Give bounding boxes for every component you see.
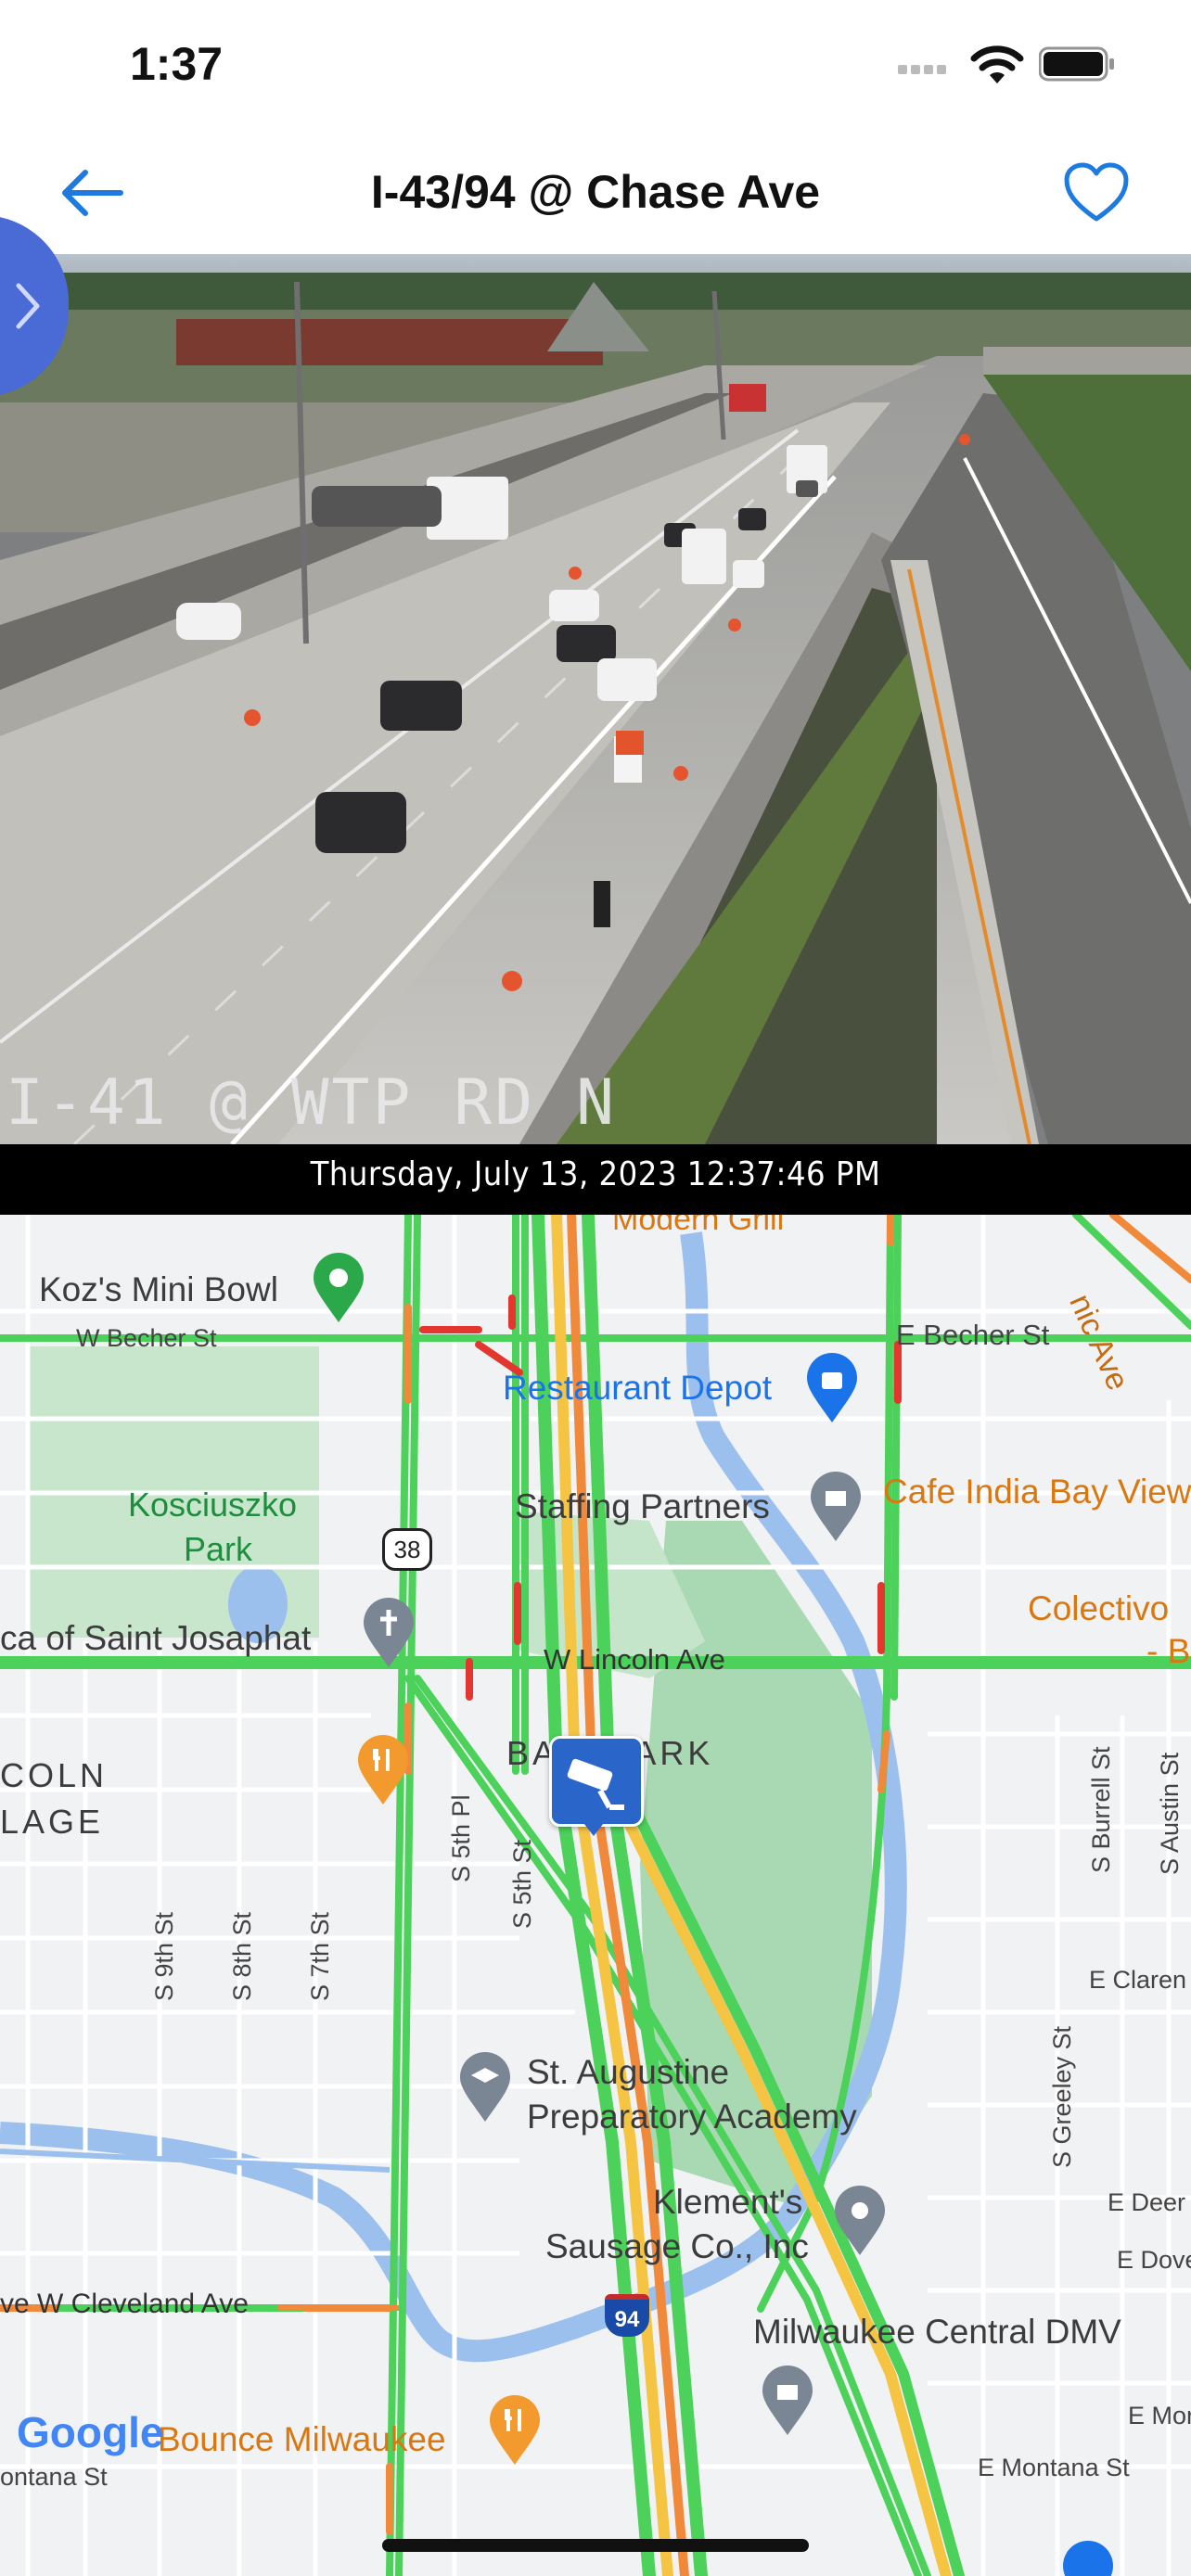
place-klements-line2[interactable]: Sausage Co., Inc (545, 2227, 809, 2266)
camera-scene (0, 254, 1191, 1146)
camera-timestamp: Thursday, July 13, 2023 12:37:46 PM (310, 1155, 881, 1193)
status-bar: 1:37 (0, 0, 1191, 139)
battery-icon (1039, 46, 1114, 82)
street-s-austin: S Austin St (1156, 1752, 1184, 1875)
restaurant-icon[interactable] (356, 1734, 410, 1806)
camera-overlay-label: I-41 @ WTP RD N (6, 1066, 618, 1140)
street-s-5th-pl: S 5th Pl (447, 1794, 475, 1882)
google-attribution[interactable]: Google (17, 2407, 163, 2457)
area-lincoln-village-line2: LAGE (0, 1803, 105, 1841)
cellular-signal-icon (898, 61, 954, 74)
route-38-label: 38 (393, 1536, 421, 1563)
building-icon[interactable] (809, 1471, 863, 1543)
traffic-camera-icon (567, 1758, 624, 1810)
street-s-9th: S 9th St (150, 1911, 178, 2001)
status-time: 1:37 (130, 38, 224, 90)
place-kozs-mini-bowl[interactable]: Koz's Mini Bowl (39, 1270, 278, 1309)
place-milwaukee-dmv[interactable]: Milwaukee Central DMV (753, 2313, 1121, 2352)
traffic-map[interactable]: Modern Grill Koz's Mini Bowl W Becher St… (0, 1215, 1191, 2576)
place-modern-grill[interactable]: Modern Grill (612, 1215, 784, 1238)
church-icon[interactable] (362, 1597, 416, 1669)
home-indicator[interactable] (382, 2539, 809, 2552)
place-staffing-partners[interactable]: Staffing Partners (515, 1487, 770, 1526)
i94-shield: 94 (605, 2294, 649, 2337)
route-38-shield: 38 (382, 1528, 432, 1571)
street-w-becher: W Becher St (76, 1324, 217, 1352)
heart-icon[interactable] (1063, 161, 1130, 223)
place-bounce-milwaukee[interactable]: Bounce Milwaukee (158, 2420, 446, 2459)
map-base (0, 1215, 1191, 2576)
street-w-montana: ontana St (0, 2463, 108, 2491)
street-s-7th: S 7th St (306, 1911, 334, 2001)
i94-label: 94 (614, 2307, 640, 2332)
shopping-bag-icon[interactable] (805, 1352, 859, 1424)
place-klements[interactable]: Klement's (653, 2183, 802, 2222)
street-w-lincoln: W Lincoln Ave (544, 1643, 725, 1676)
building-icon[interactable] (761, 2365, 814, 2437)
page-title: I-43/94 @ Chase Ave (370, 166, 821, 218)
chevron-right-icon (16, 283, 40, 329)
street-e-montana: E Montana St (978, 2454, 1130, 2481)
street-e-becher: E Becher St (896, 1319, 1050, 1351)
street-w-cleveland: ve W Cleveland Ave (0, 2289, 249, 2319)
place-colectivo[interactable]: Colectivo (1028, 1589, 1169, 1628)
place-st-augustine[interactable]: St. Augustine (527, 2053, 729, 2092)
traffic-camera-marker[interactable] (549, 1736, 644, 1827)
street-s-burrell: S Burrell St (1087, 1746, 1115, 1873)
place-cafe-india[interactable]: Cafe India Bay View (883, 1473, 1191, 1511)
place-kosciuszko-park-line2[interactable]: Park (184, 1530, 252, 1569)
street-s-greeley: S Greeley St (1048, 2025, 1076, 2168)
location-pin-icon[interactable] (833, 2185, 887, 2257)
place-basilica[interactable]: ca of Saint Josaphat (0, 1619, 311, 1658)
street-e-deer: E Deer (1108, 2188, 1186, 2216)
area-lincoln-village: COLN (0, 1756, 109, 1794)
restaurant-icon[interactable] (488, 2394, 542, 2467)
place-restaurant-depot[interactable]: Restaurant Depot (503, 1369, 772, 1408)
map-pin-icon[interactable] (312, 1252, 365, 1324)
street-e-mor: E Mor (1128, 2402, 1191, 2429)
school-icon[interactable] (458, 2051, 512, 2123)
camera-marker-tail (581, 1819, 607, 1836)
street-s-8th: S 8th St (228, 1911, 256, 2001)
place-colectivo-line2[interactable]: - Ba (1146, 1632, 1191, 1671)
wifi-icon (970, 45, 1024, 83)
street-s-5th: S 5th St (508, 1839, 536, 1929)
street-e-dover: E Dover (1117, 2246, 1191, 2274)
place-st-augustine-line2[interactable]: Preparatory Academy (527, 2098, 857, 2136)
place-kosciuszko-park[interactable]: Kosciuszko (128, 1486, 297, 1524)
street-e-clarence: E Claren (1089, 1966, 1187, 1994)
